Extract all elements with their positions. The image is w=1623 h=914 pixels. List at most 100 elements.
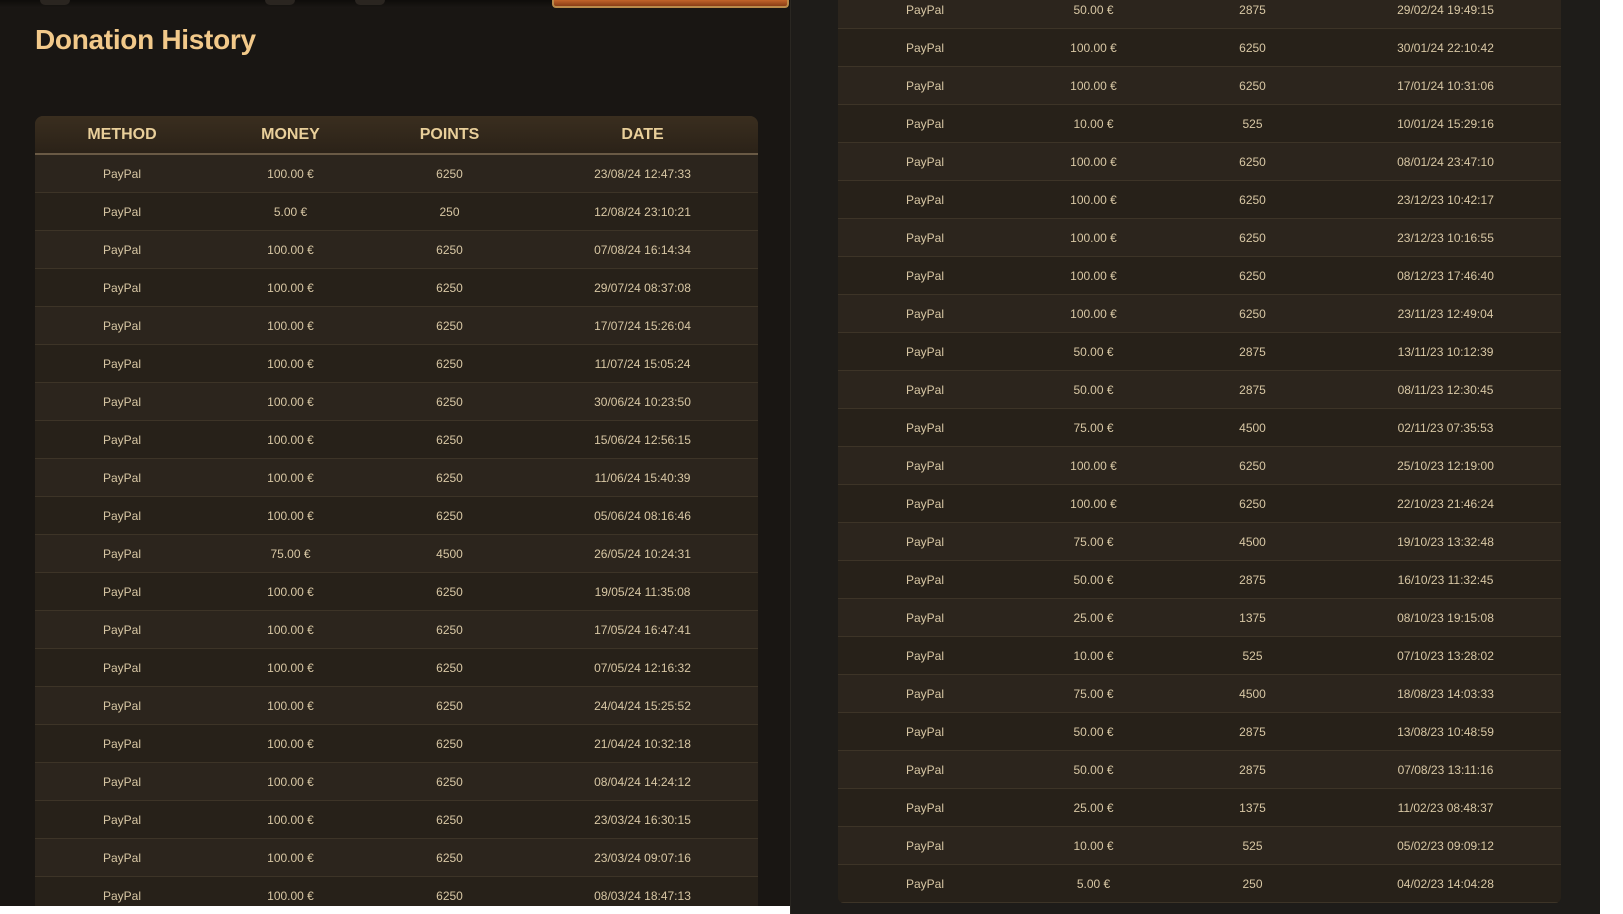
money-cell: 75.00 € xyxy=(1012,408,1175,447)
date-cell: 07/08/23 13:11:16 xyxy=(1330,750,1561,789)
points-cell: 6250 xyxy=(372,344,527,383)
points-cell: 6250 xyxy=(1175,218,1330,257)
table-row: PayPal 10.00 €525 07/10/23 13:28:02 xyxy=(838,636,1561,675)
date-cell: 08/03/24 18:47:13 xyxy=(527,876,758,906)
table-row: PayPal 100.00 €6250 17/07/24 15:26:04 xyxy=(35,306,758,345)
date-cell: 12/08/24 23:10:21 xyxy=(527,192,758,231)
method-cell: PayPal xyxy=(35,610,209,649)
table-row: PayPal 100.00 €6250 11/06/24 15:40:39 xyxy=(35,458,758,497)
method-cell: PayPal xyxy=(35,762,209,801)
donation-history-panel: Donation History METHOD MONEY POINTS DAT… xyxy=(0,0,790,906)
points-cell: 250 xyxy=(372,192,527,231)
donation-table-body: PayPal 100.00 €6250 23/08/24 12:47:33 PayPa… xyxy=(35,154,758,906)
points-cell: 250 xyxy=(1175,864,1330,903)
table-row: PayPal 50.00 €2875 16/10/23 11:32:45 xyxy=(838,560,1561,599)
ornament-decoration xyxy=(40,0,70,5)
method-cell: PayPal xyxy=(838,294,1012,333)
points-cell: 2875 xyxy=(1175,0,1330,29)
method-cell: PayPal xyxy=(838,864,1012,903)
date-cell: 18/08/23 14:03:33 xyxy=(1330,674,1561,713)
date-cell: 08/11/23 12:30:45 xyxy=(1330,370,1561,409)
date-cell: 17/07/24 15:26:04 xyxy=(527,306,758,345)
points-cell: 6250 xyxy=(1175,180,1330,219)
table-row: PayPal 100.00 €6250 23/03/24 16:30:15 xyxy=(35,800,758,839)
method-cell: PayPal xyxy=(35,800,209,839)
method-cell: PayPal xyxy=(35,648,209,687)
date-cell: 23/08/24 12:47:33 xyxy=(527,154,758,193)
table-row: PayPal 100.00 €6250 22/10/23 21:46:24 xyxy=(838,484,1561,523)
method-cell: PayPal xyxy=(838,826,1012,865)
header-button[interactable] xyxy=(552,0,789,8)
ornament-decoration xyxy=(355,0,385,5)
method-cell: PayPal xyxy=(838,256,1012,295)
money-cell: 10.00 € xyxy=(1012,104,1175,143)
method-cell: PayPal xyxy=(35,458,209,497)
money-cell: 100.00 € xyxy=(1012,142,1175,181)
table-row: PayPal 100.00 €6250 07/05/24 12:16:32 xyxy=(35,648,758,687)
method-cell: PayPal xyxy=(35,686,209,725)
date-cell: 08/10/23 19:15:08 xyxy=(1330,598,1561,637)
money-cell: 100.00 € xyxy=(1012,66,1175,105)
date-cell: 10/01/24 15:29:16 xyxy=(1330,104,1561,143)
method-cell: PayPal xyxy=(35,230,209,269)
points-cell: 4500 xyxy=(1175,674,1330,713)
donation-table-body-continued: PayPal 50.00 €2875 29/02/24 19:49:15 PayPal… xyxy=(838,0,1561,903)
method-cell: PayPal xyxy=(838,750,1012,789)
page-title: Donation History xyxy=(35,24,256,55)
points-cell: 6250 xyxy=(1175,446,1330,485)
table-row: PayPal 100.00 €6250 05/06/24 08:16:46 xyxy=(35,496,758,535)
money-cell: 100.00 € xyxy=(209,382,372,421)
money-cell: 25.00 € xyxy=(1012,598,1175,637)
date-cell: 22/10/23 21:46:24 xyxy=(1330,484,1561,523)
money-cell: 100.00 € xyxy=(209,838,372,877)
table-row: PayPal 50.00 €2875 13/11/23 10:12:39 xyxy=(838,332,1561,371)
date-cell: 23/12/23 10:16:55 xyxy=(1330,218,1561,257)
points-cell: 4500 xyxy=(372,534,527,573)
money-cell: 100.00 € xyxy=(209,686,372,725)
method-cell: PayPal xyxy=(838,636,1012,675)
date-cell: 23/03/24 09:07:16 xyxy=(527,838,758,877)
points-cell: 6250 xyxy=(372,572,527,611)
points-cell: 6250 xyxy=(1175,142,1330,181)
date-cell: 29/07/24 08:37:08 xyxy=(527,268,758,307)
table-row: PayPal 100.00 €6250 08/01/24 23:47:10 xyxy=(838,142,1561,181)
table-row: PayPal 100.00 €6250 15/06/24 12:56:15 xyxy=(35,420,758,459)
points-cell: 1375 xyxy=(1175,788,1330,827)
points-cell: 2875 xyxy=(1175,560,1330,599)
date-cell: 29/02/24 19:49:15 xyxy=(1330,0,1561,29)
column-header-method: METHOD xyxy=(35,116,209,155)
money-cell: 100.00 € xyxy=(209,724,372,763)
date-cell: 21/04/24 10:32:18 xyxy=(527,724,758,763)
date-cell: 30/01/24 22:10:42 xyxy=(1330,28,1561,67)
money-cell: 100.00 € xyxy=(209,572,372,611)
money-cell: 100.00 € xyxy=(1012,446,1175,485)
date-cell: 08/01/24 23:47:10 xyxy=(1330,142,1561,181)
points-cell: 4500 xyxy=(1175,522,1330,561)
money-cell: 100.00 € xyxy=(209,496,372,535)
money-cell: 100.00 € xyxy=(1012,218,1175,257)
method-cell: PayPal xyxy=(838,522,1012,561)
date-cell: 26/05/24 10:24:31 xyxy=(527,534,758,573)
table-row: PayPal 25.00 €1375 08/10/23 19:15:08 xyxy=(838,598,1561,637)
date-cell: 11/07/24 15:05:24 xyxy=(527,344,758,383)
table-row: PayPal 5.00 €250 12/08/24 23:10:21 xyxy=(35,192,758,231)
money-cell: 100.00 € xyxy=(209,610,372,649)
money-cell: 100.00 € xyxy=(209,458,372,497)
method-cell: PayPal xyxy=(838,66,1012,105)
points-cell: 6250 xyxy=(372,762,527,801)
method-cell: PayPal xyxy=(838,560,1012,599)
date-cell: 16/10/23 11:32:45 xyxy=(1330,560,1561,599)
table-row: PayPal 100.00 €6250 23/11/23 12:49:04 xyxy=(838,294,1561,333)
money-cell: 100.00 € xyxy=(1012,294,1175,333)
money-cell: 100.00 € xyxy=(209,876,372,906)
points-cell: 6250 xyxy=(1175,28,1330,67)
date-cell: 08/12/23 17:46:40 xyxy=(1330,256,1561,295)
points-cell: 6250 xyxy=(1175,294,1330,333)
money-cell: 50.00 € xyxy=(1012,560,1175,599)
table-row: PayPal 50.00 €2875 29/02/24 19:49:15 xyxy=(838,0,1561,29)
money-cell: 100.00 € xyxy=(209,268,372,307)
donation-history-continued-panel: PayPal 50.00 €2875 29/02/24 19:49:15 PayPal… xyxy=(790,0,1600,914)
method-cell: PayPal xyxy=(838,218,1012,257)
money-cell: 75.00 € xyxy=(1012,674,1175,713)
table-row: PayPal 100.00 €6250 25/10/23 12:19:00 xyxy=(838,446,1561,485)
